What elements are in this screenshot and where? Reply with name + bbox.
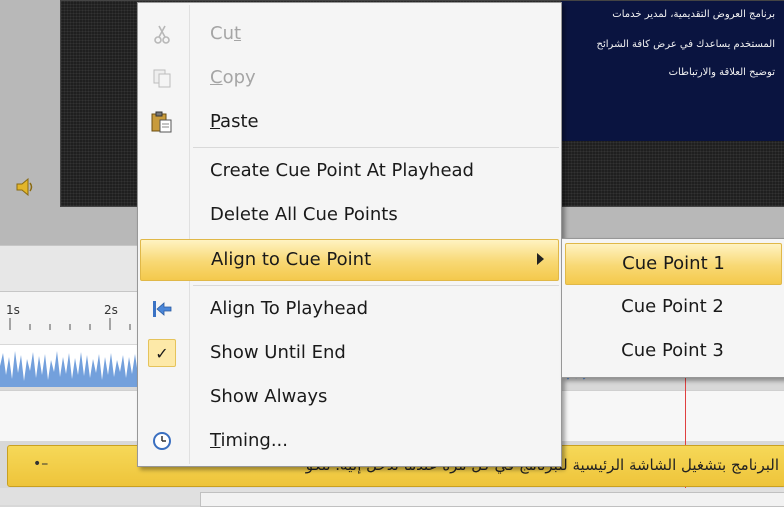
cue-point-submenu: Cue Point 1 Cue Point 2 Cue Point 3 [561,238,784,378]
audio-waveform[interactable] [0,345,140,387]
menu-item-label: Timing... [210,430,288,451]
menu-item-label: Show Always [210,386,328,407]
menu-separator [193,285,559,286]
menu-item-label: Copy [210,67,256,88]
paste-icon [148,108,176,136]
menu-item-label: Create Cue Point At Playhead [210,160,474,181]
menu-item-label: Paste [210,111,259,132]
slide-text-line: المستخدم يساعدك في عرض كافة الشرائح [596,39,775,50]
menu-item-align-to-cue-point[interactable]: Align to Cue Point [140,239,559,281]
align-left-arrow-icon [148,295,176,323]
slide-text-line: برنامج العروض التقديمية، لمدير خدمات [612,9,775,20]
menu-item-label: Delete All Cue Points [210,204,398,225]
scissors-icon [148,20,176,48]
clock-icon [148,427,176,455]
submenu-item-label: Cue Point 2 [621,296,724,317]
menu-item-delete-all-cue-points[interactable]: Delete All Cue Points [140,195,559,235]
copy-icon [148,64,176,92]
ruler-tick-label: 2s [104,303,118,317]
submenu-item-label: Cue Point 1 [622,253,725,274]
submenu-arrow-icon [537,253,544,265]
caption-handle[interactable]: •– [33,456,48,472]
menu-item-show-always[interactable]: Show Always [140,377,559,417]
menu-separator [193,147,559,148]
menu-item-label: Show Until End [210,342,346,363]
speaker-icon[interactable] [15,178,37,196]
context-menu: Cut Copy Paste Create Cue Point At Playh… [137,2,562,467]
submenu-item-cue-point-2[interactable]: Cue Point 2 [565,287,780,327]
menu-item-paste[interactable]: Paste [140,102,559,142]
menu-item-label: Cut [210,23,242,44]
ruler-tick-label: 1s [6,303,20,317]
menu-item-timing[interactable]: Timing... [140,421,559,461]
menu-item-label: Align to Cue Point [211,249,372,270]
menu-item-label: Align To Playhead [210,298,369,319]
menu-item-show-until-end[interactable]: ✓ Show Until End [140,333,559,373]
menu-item-create-cue-point[interactable]: Create Cue Point At Playhead [140,151,559,191]
checkmark-icon: ✓ [148,339,176,367]
submenu-item-label: Cue Point 3 [621,340,724,361]
ruler-ticks [9,318,131,330]
slide-text-panel: برنامج العروض التقديمية، لمدير خدمات الم… [561,1,784,141]
slide-text-line: توضيح العلاقة والارتباطات [668,67,775,78]
submenu-item-cue-point-3[interactable]: Cue Point 3 [565,331,780,371]
menu-item-copy[interactable]: Copy [140,58,559,98]
submenu-item-cue-point-1[interactable]: Cue Point 1 [565,243,782,285]
menu-item-cut[interactable]: Cut [140,14,559,54]
menu-item-align-to-playhead[interactable]: Align To Playhead [140,289,559,329]
